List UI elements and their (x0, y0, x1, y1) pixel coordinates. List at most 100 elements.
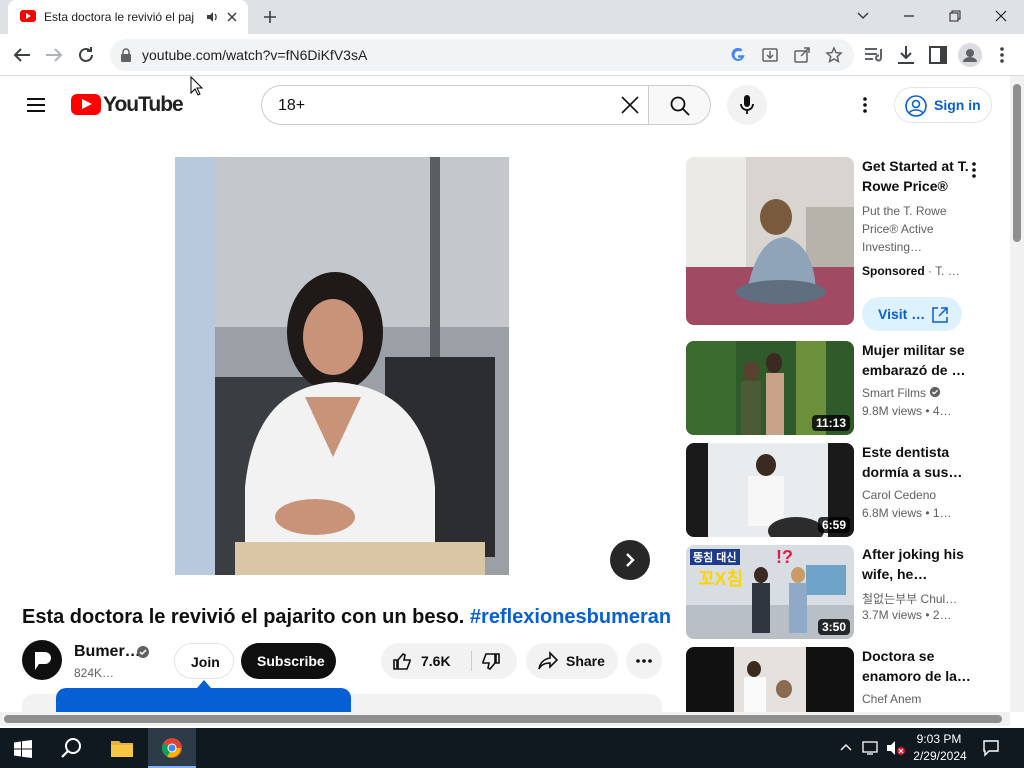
chrome-icon (161, 738, 182, 758)
related-channel-name-3[interactable]: 철없는부부 Chul… (862, 590, 972, 607)
install-app-icon[interactable] (761, 46, 779, 64)
thumbnail-caption-2: 꼬X침 (698, 569, 744, 589)
search-button[interactable] (648, 85, 711, 125)
sponsored-thumbnail-image (686, 157, 854, 325)
like-button[interactable]: 7.6K (381, 643, 471, 679)
dislike-button[interactable] (472, 643, 517, 679)
taskbar-search-icon[interactable] (61, 737, 83, 759)
next-video-button[interactable] (610, 540, 650, 580)
search-input[interactable]: 18+ (261, 85, 649, 125)
share-page-icon[interactable] (793, 46, 811, 64)
youtube-favicon-icon (20, 10, 36, 22)
related-channel-name-4[interactable]: Chef Anem (862, 692, 972, 706)
side-panel-icon[interactable] (926, 43, 950, 67)
channel-name[interactable]: Bumer… (74, 643, 141, 661)
video-frame-image (175, 157, 509, 575)
windows-start-icon[interactable] (14, 740, 32, 758)
tab-close-icon[interactable] (226, 11, 238, 23)
sponsored-more-icon[interactable] (964, 160, 984, 180)
related-channel-name-1[interactable]: Smart Films (862, 386, 926, 400)
settings-more-icon[interactable] (853, 93, 877, 117)
youtube-logo-text: YouTube (103, 93, 184, 116)
search-icon (670, 96, 690, 116)
youtube-page: YouTube 18+ Sign in Esta doctora le revi… (0, 76, 1010, 712)
clock-time[interactable]: 9:03 PM (914, 732, 964, 746)
related-channel-1: Smart Films (862, 386, 972, 400)
subscribe-button[interactable]: Subscribe (241, 643, 336, 679)
lock-icon[interactable] (120, 48, 132, 62)
vertical-scrollbar-thumb[interactable] (1013, 84, 1021, 242)
related-meta-2: 6.8M views • 1… (862, 506, 952, 520)
related-thumbnail-4-image (686, 647, 854, 712)
sign-in-button[interactable]: Sign in (894, 87, 992, 123)
tab-search-chevron-icon[interactable] (856, 9, 870, 23)
voice-search-button[interactable] (727, 85, 767, 125)
channel-avatar[interactable] (22, 640, 62, 680)
related-thumbnail-4[interactable] (686, 647, 854, 712)
sponsored-line: Sponsored · T. … (862, 264, 960, 278)
google-translate-icon[interactable] (730, 47, 746, 63)
video-title-text: Esta doctora le revivió el pajarito con … (22, 606, 465, 628)
thumbnail-caption-3: !? (776, 547, 793, 567)
mouse-cursor-icon (190, 76, 204, 96)
related-thumbnail-2[interactable]: 6:59 (686, 443, 854, 537)
related-title-3[interactable]: After joking his wife, he… (862, 544, 972, 584)
file-explorer-icon[interactable] (110, 738, 134, 758)
network-icon[interactable] (862, 740, 880, 756)
chrome-menu-icon[interactable] (990, 43, 1014, 67)
join-button[interactable]: Join (174, 643, 234, 679)
visit-site-button[interactable]: Visit … (862, 297, 962, 331)
video-player[interactable] (175, 157, 509, 575)
back-icon[interactable] (10, 43, 34, 67)
sponsored-title[interactable]: Get Started at T. Rowe Price® (862, 156, 972, 196)
share-button[interactable]: Share (526, 643, 618, 679)
more-actions-button[interactable] (626, 643, 662, 679)
related-title-2[interactable]: Este dentista dormía a sus… (862, 442, 972, 482)
minimize-icon[interactable] (902, 9, 916, 23)
microphone-icon (740, 95, 754, 114)
subscribe-label: Subscribe (257, 653, 325, 669)
duration-badge: 6:59 (817, 517, 850, 533)
restore-icon[interactable] (948, 9, 962, 23)
chrome-taskbar-button[interactable] (148, 728, 196, 768)
duration-badge: 3:50 (817, 619, 850, 635)
windows-taskbar: 9:03 PM 2/29/2024 (0, 728, 1024, 768)
browser-tab-strip: Esta doctora le revivió el pajarito (0, 0, 1024, 34)
window-close-icon[interactable] (994, 9, 1008, 23)
notifications-icon[interactable] (982, 739, 1000, 757)
address-bar[interactable]: youtube.com/watch?v=fN6DiKfV3sA (110, 39, 854, 71)
join-label: Join (191, 654, 220, 670)
horizontal-scrollbar-thumb[interactable] (4, 715, 1002, 723)
sponsored-description: Put the T. Rowe Price® Active Investing… (862, 204, 947, 254)
profile-avatar-icon[interactable] (958, 43, 982, 67)
hashtag-link[interactable]: #reflexionesbumeran (470, 606, 671, 628)
share-arrow-icon (538, 651, 559, 670)
bookmark-star-icon[interactable] (825, 46, 843, 64)
video-title: Esta doctora le revivió el pajarito con … (22, 606, 671, 629)
browser-tab[interactable]: Esta doctora le revivió el pajarito (8, 0, 248, 34)
clock-date[interactable]: 2/29/2024 (910, 749, 970, 763)
sign-in-label: Sign in (934, 97, 981, 113)
tooltip-pointer (197, 680, 211, 688)
hamburger-menu-icon[interactable] (24, 93, 48, 117)
media-control-icon[interactable] (862, 43, 886, 67)
verified-badge-icon (930, 386, 941, 398)
audio-playing-icon[interactable] (206, 10, 220, 24)
like-count: 7.6K (421, 653, 451, 669)
related-thumbnail-1[interactable]: 11:13 (686, 341, 854, 435)
search-input-value: 18+ (278, 97, 306, 114)
reload-icon[interactable] (74, 43, 98, 67)
youtube-logo[interactable]: YouTube (71, 92, 184, 116)
new-tab-icon[interactable] (262, 9, 278, 25)
show-hidden-icons-icon[interactable] (840, 742, 852, 754)
clear-search-icon[interactable] (620, 95, 640, 115)
related-thumbnail-3[interactable]: 뚱침 대신 꼬X침 !? 3:50 (686, 545, 854, 639)
related-meta-3: 3.7M views • 2… (862, 608, 952, 622)
forward-icon[interactable] (42, 43, 66, 67)
sponsored-thumbnail[interactable] (686, 157, 854, 325)
related-title-1[interactable]: Mujer militar se embarazó de … (862, 340, 972, 380)
related-channel-name-2[interactable]: Carol Cedeno (862, 488, 972, 502)
downloads-icon[interactable] (894, 43, 918, 67)
related-title-4[interactable]: Doctora se enamoro de la… (862, 646, 972, 686)
volume-muted-icon[interactable] (886, 740, 906, 756)
